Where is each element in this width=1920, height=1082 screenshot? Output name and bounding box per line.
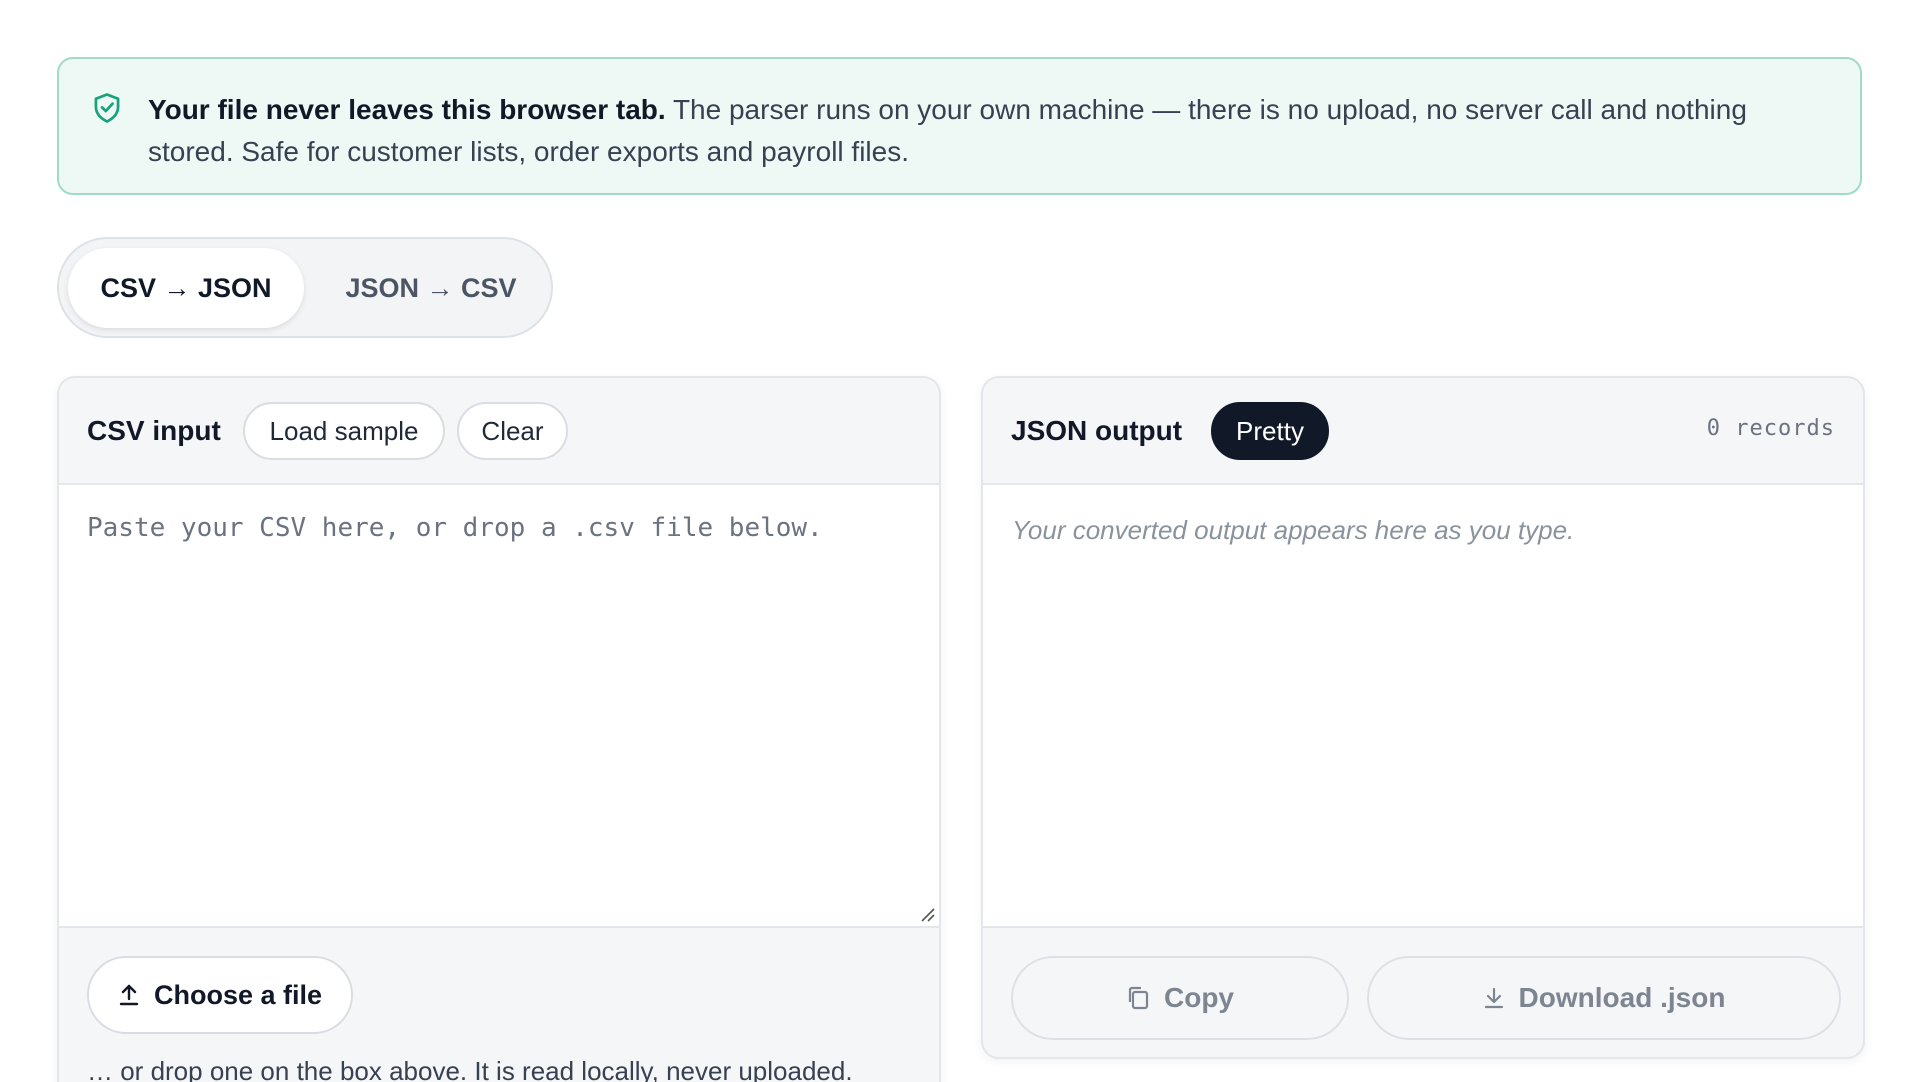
copy-icon bbox=[1126, 985, 1150, 1011]
download-label: Download .json bbox=[1518, 982, 1726, 1013]
mode-json-to-csv[interactable]: JSON → CSV bbox=[317, 248, 545, 328]
shield-check-icon bbox=[92, 92, 122, 124]
choose-file-button[interactable]: Choose a file bbox=[87, 956, 353, 1034]
json-output-header: JSON output Pretty 0 records bbox=[983, 378, 1863, 485]
records-count: 0 records bbox=[1706, 416, 1835, 441]
clear-button[interactable]: Clear bbox=[457, 402, 568, 460]
conversion-mode-toggle: CSV → JSON JSON → CSV bbox=[57, 237, 553, 338]
download-json-button[interactable]: Download .json bbox=[1367, 956, 1841, 1040]
privacy-headline: Your file never leaves this browser tab. bbox=[148, 94, 666, 125]
csv-input-textarea[interactable] bbox=[59, 485, 939, 926]
drop-note: … or drop one on the box above. It is re… bbox=[87, 1056, 853, 1082]
copy-label: Copy bbox=[1164, 982, 1234, 1013]
page: Your file never leaves this browser tab.… bbox=[0, 0, 1920, 1082]
choose-file-label: Choose a file bbox=[153, 979, 323, 1010]
json-output-title: JSON output bbox=[1011, 415, 1183, 446]
privacy-message: Your file never leaves this browser tab.… bbox=[148, 89, 1820, 173]
mode-csv-to-json[interactable]: CSV → JSON bbox=[68, 248, 304, 328]
json-output-panel: JSON output Pretty 0 records Your conver… bbox=[981, 376, 1865, 1059]
load-sample-button[interactable]: Load sample bbox=[243, 402, 445, 460]
copy-button[interactable]: Copy bbox=[1011, 956, 1349, 1040]
privacy-banner: Your file never leaves this browser tab.… bbox=[57, 57, 1862, 195]
output-placeholder: Your converted output appears here as yo… bbox=[1012, 515, 1575, 545]
csv-input-header: CSV input Load sample Clear bbox=[59, 378, 939, 485]
download-icon bbox=[1483, 986, 1505, 1010]
csv-input-area bbox=[59, 485, 939, 928]
csv-input-title: CSV input bbox=[87, 415, 221, 446]
pretty-format-button[interactable]: Pretty bbox=[1211, 402, 1329, 460]
csv-input-panel: CSV input Load sample Clear Choose a fil… bbox=[57, 376, 941, 1082]
upload-icon bbox=[118, 983, 140, 1007]
resize-grip-icon[interactable] bbox=[919, 906, 935, 922]
json-output-area: Your converted output appears here as yo… bbox=[983, 485, 1863, 928]
